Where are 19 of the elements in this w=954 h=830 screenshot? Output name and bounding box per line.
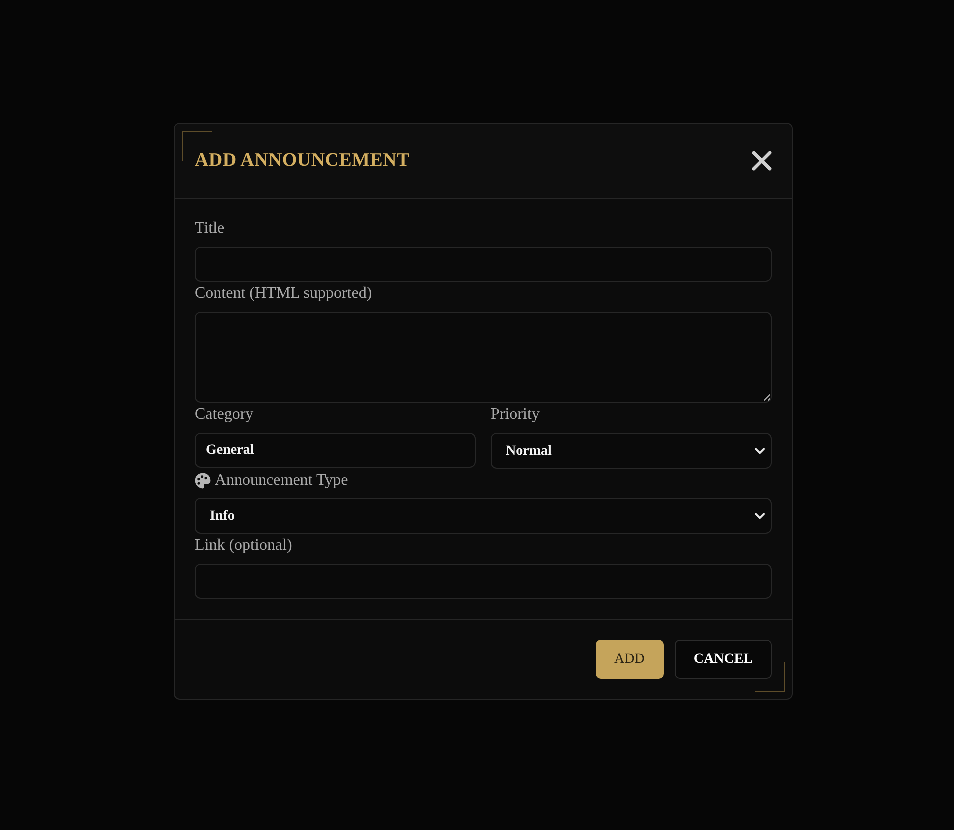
field-label: Category [195, 405, 254, 425]
field-label: Content (HTML supported) [195, 284, 372, 304]
select-field[interactable]: Info [195, 498, 772, 534]
input-field[interactable]: General [195, 433, 476, 468]
field-label: Priority [491, 405, 540, 425]
corner-bracket-icon [755, 662, 785, 692]
input-field[interactable] [195, 564, 772, 599]
select-field[interactable]: Normal [491, 433, 772, 469]
add-button[interactable]: ADD [596, 640, 664, 679]
field-label: Title [195, 219, 225, 239]
input-field[interactable] [195, 247, 772, 282]
chevron-down-icon [755, 448, 765, 454]
textarea-field[interactable] [195, 312, 772, 403]
cancel-button[interactable]: CANCEL [674, 640, 772, 679]
dialog-title: ADD ANNOUNCEMENT [195, 150, 410, 172]
chevron-down-icon [755, 512, 765, 520]
field-label: Announcement Type [215, 471, 348, 491]
field-label: Link (optional) [195, 536, 292, 556]
close-icon [752, 151, 772, 171]
